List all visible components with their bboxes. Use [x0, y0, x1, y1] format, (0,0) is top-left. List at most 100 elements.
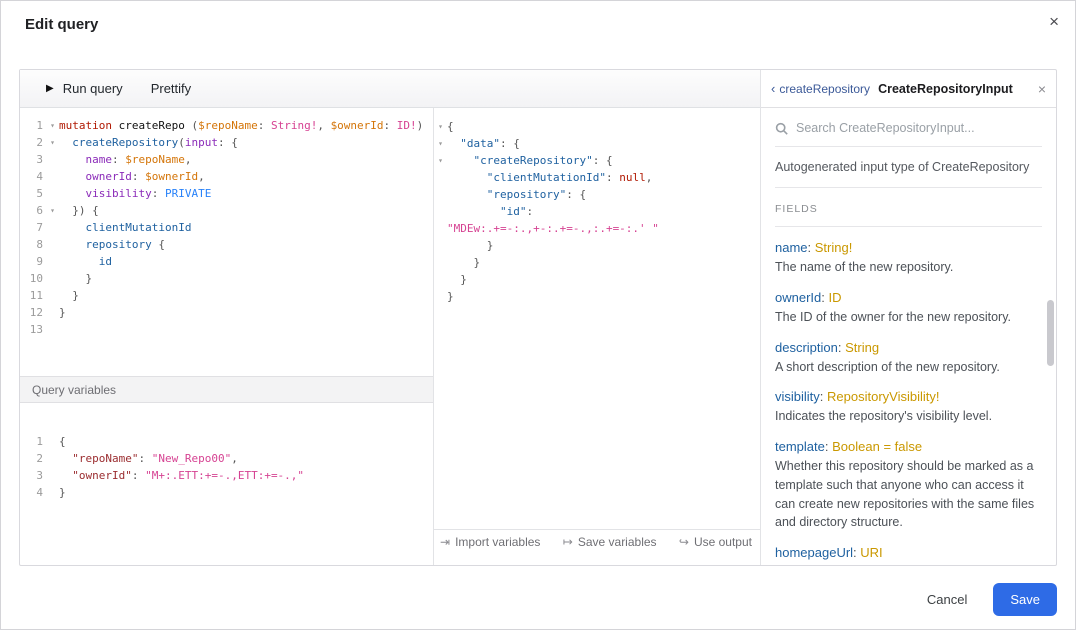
docs-scrollbar-thumb[interactable] [1047, 300, 1054, 366]
save-variables-link[interactable]: ↦ Save variables [563, 535, 657, 549]
doc-field-link[interactable]: name [775, 240, 808, 255]
code-line: 2 "repoName": "New_Repo00", [20, 450, 433, 467]
fold-arrow-icon[interactable]: ▾ [434, 118, 447, 135]
query-editor[interactable]: 1▾mutation createRepo ($repoName: String… [20, 108, 433, 376]
code-line: 2▾ createRepository(input: { [20, 134, 433, 151]
fold-arrow-icon[interactable]: ▾ [46, 134, 59, 151]
fold-arrow-icon[interactable]: ▾ [46, 202, 59, 219]
code-text: "repoName": "New_Repo00", [59, 450, 238, 467]
doc-field-link[interactable]: visibility [775, 389, 820, 404]
code-line: } [434, 254, 760, 271]
results-column: ▾{▾ "data": {▾ "createRepository": { "cl… [434, 108, 760, 565]
docs-close-icon[interactable]: × [1038, 81, 1046, 97]
doc-field: visibility: RepositoryVisibility!Indicat… [775, 389, 1042, 426]
fold-gutter [46, 236, 59, 253]
query-editor-column: 1▾mutation createRepo ($repoName: String… [20, 108, 434, 565]
fold-arrow-icon[interactable]: ▾ [46, 117, 59, 134]
code-line: 4} [20, 484, 433, 501]
line-number: 1 [20, 433, 46, 450]
code-line: 10 } [20, 270, 433, 287]
code-text: } [59, 270, 92, 287]
code-text: { [447, 118, 454, 135]
doc-type-link[interactable]: String [845, 340, 879, 355]
code-line: "repository": { [434, 186, 760, 203]
doc-field: template: Boolean = falseWhether this re… [775, 439, 1042, 532]
use-output-link[interactable]: ↪ Use output [679, 535, 752, 549]
prettify-label: Prettify [151, 81, 191, 96]
fold-gutter [434, 186, 447, 203]
close-icon[interactable]: × [1049, 12, 1059, 32]
fold-gutter [46, 270, 59, 287]
code-line: 5 visibility: PRIVATE [20, 185, 433, 202]
doc-field-link[interactable]: description [775, 340, 838, 355]
fold-arrow-icon[interactable]: ▾ [434, 135, 447, 152]
docs-header: ‹ createRepository CreateRepositoryInput… [761, 70, 1056, 108]
docs-back-link[interactable]: ‹ createRepository [771, 81, 870, 96]
save-variables-icon: ↦ [563, 535, 573, 549]
fold-gutter [46, 219, 59, 236]
doc-field: name: String!The name of the new reposit… [775, 240, 1042, 277]
doc-field-signature: description: String [775, 340, 1042, 355]
doc-field-link[interactable]: template [775, 439, 825, 454]
doc-field: description: StringA short description o… [775, 340, 1042, 377]
docs-search-input[interactable] [796, 121, 1042, 135]
cancel-button[interactable]: Cancel [921, 584, 973, 615]
import-variables-link[interactable]: ⇥ Import variables [440, 535, 540, 549]
code-line: ▾ "data": { [434, 135, 760, 152]
query-variables-editor[interactable]: 1 {2 "repoName": "New_Repo00",3 "ownerId"… [20, 403, 433, 565]
run-query-label: Run query [63, 81, 123, 96]
page-title: Edit query [25, 16, 98, 33]
code-line: "clientMutationId": null, [434, 169, 760, 186]
doc-type-link[interactable]: ID [828, 290, 841, 305]
doc-field-description: The URL for a web page about this [775, 563, 1042, 565]
code-line: 13 [20, 321, 433, 338]
code-text: } [447, 288, 454, 305]
code-text: } [447, 271, 467, 288]
import-variables-label: Import variables [455, 535, 540, 549]
code-text: } [59, 484, 66, 501]
code-line: 3 "ownerId": "M+:.ETT:+=-.,ETT:+=-.," [20, 467, 433, 484]
line-number: 10 [20, 270, 46, 287]
line-number: 2 [20, 134, 46, 151]
fold-arrow-icon[interactable]: ▾ [434, 152, 447, 169]
code-text: "data": { [447, 135, 520, 152]
doc-type-link[interactable]: URI [860, 545, 882, 560]
doc-type-link[interactable]: Boolean [832, 439, 880, 454]
doc-field-link[interactable]: homepageUrl [775, 545, 853, 560]
code-line: } [434, 271, 760, 288]
doc-field-link[interactable]: ownerId [775, 290, 821, 305]
run-query-button[interactable]: ▶ Run query [46, 81, 123, 96]
line-number: 9 [20, 253, 46, 270]
code-text: ownerId: $ownerId, [59, 168, 205, 185]
line-number: 11 [20, 287, 46, 304]
code-line: ▾{ [434, 118, 760, 135]
doc-field-colon: : [808, 240, 815, 255]
query-variables-bar[interactable]: Query variables [20, 376, 433, 403]
doc-type-link[interactable]: RepositoryVisibility! [827, 389, 939, 404]
fold-gutter [46, 168, 59, 185]
code-line: 9 id [20, 253, 433, 270]
fold-gutter [434, 169, 447, 186]
doc-field-signature: name: String! [775, 240, 1042, 255]
save-button[interactable]: Save [993, 583, 1057, 616]
fold-gutter [46, 433, 59, 450]
code-text: }) { [59, 202, 99, 219]
line-number: 8 [20, 236, 46, 253]
code-text: { [59, 433, 66, 450]
prettify-button[interactable]: Prettify [151, 81, 191, 96]
search-icon [775, 122, 788, 135]
code-text: name: $repoName, [59, 151, 191, 168]
code-text: "clientMutationId": null, [447, 169, 652, 186]
doc-field: homepageUrl: URIThe URL for a web page a… [775, 545, 1042, 565]
chevron-left-icon: ‹ [771, 81, 775, 96]
doc-type-link[interactable]: String! [815, 240, 853, 255]
fold-gutter [46, 484, 59, 501]
line-number: 3 [20, 151, 46, 168]
code-text: createRepository(input: { [59, 134, 238, 151]
docs-description: Autogenerated input type of CreateReposi… [775, 147, 1042, 188]
play-icon: ▶ [46, 83, 54, 94]
docs-search-row [775, 108, 1042, 147]
code-text: "id": [447, 203, 533, 220]
editor-results-row: 1▾mutation createRepo ($repoName: String… [20, 108, 760, 565]
fold-gutter [46, 253, 59, 270]
